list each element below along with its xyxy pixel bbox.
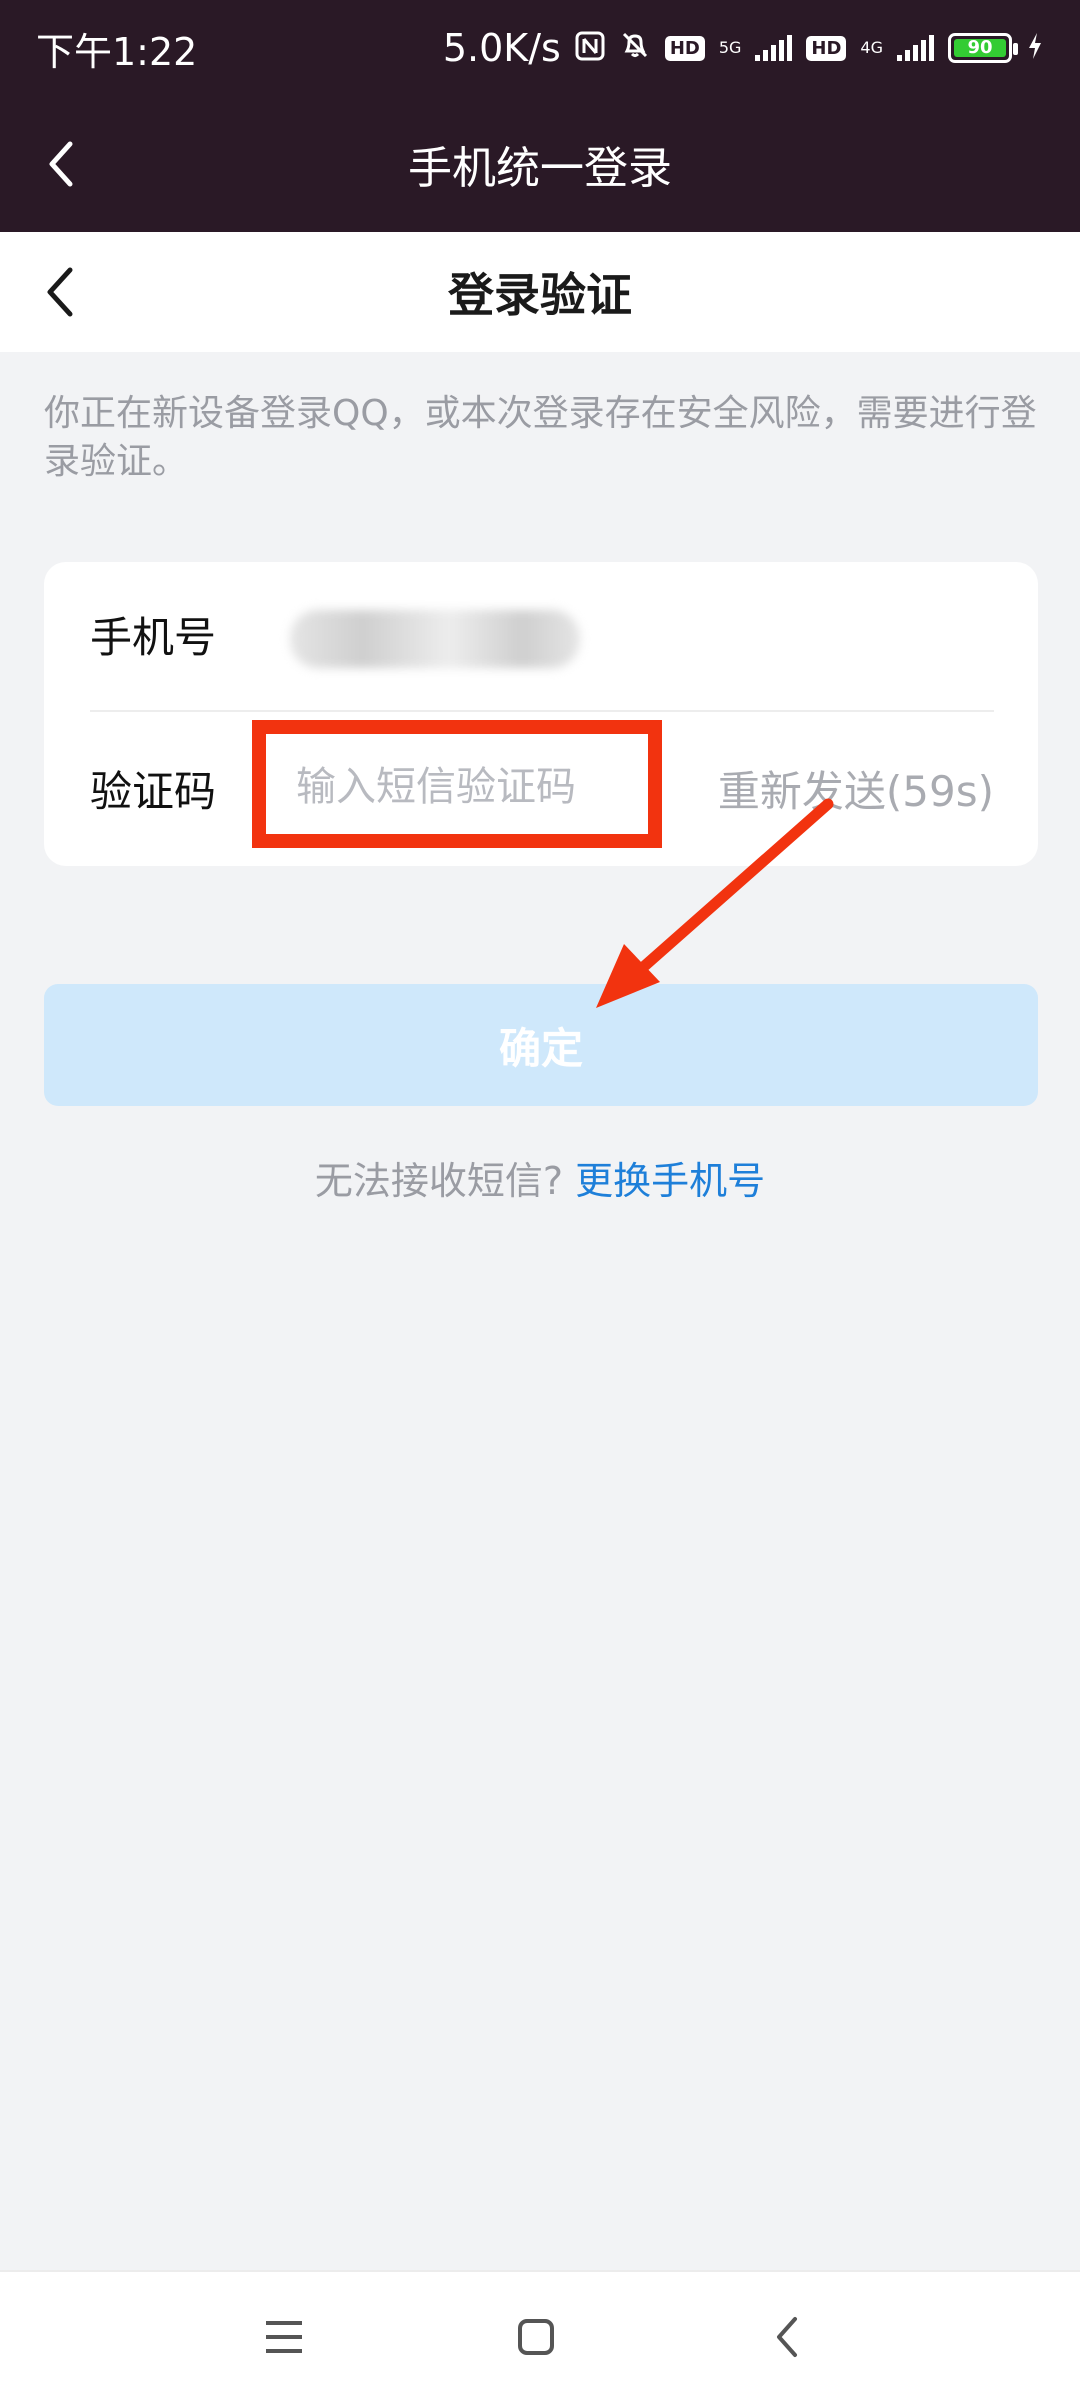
- network-type-4g: 4G: [860, 38, 883, 57]
- hd-badge: HD: [664, 35, 705, 61]
- code-label: 验证码: [90, 767, 217, 816]
- nav-home-button[interactable]: [496, 2302, 576, 2372]
- divider: [90, 710, 994, 712]
- status-bar: 下午1:22 5.0K/s HD 5G HD 4G 90: [0, 0, 1080, 96]
- login-verification-screen: 下午1:22 5.0K/s HD 5G HD 4G 90 手机统一登录 登录验证…: [0, 0, 1080, 2400]
- verification-form-card: 手机号 验证码 重新发送(59s): [44, 562, 1038, 866]
- sms-code-input[interactable]: [254, 732, 634, 842]
- nav-menu-button[interactable]: [244, 2302, 324, 2372]
- charging-icon: [1026, 26, 1044, 70]
- signal-5g-icon: [755, 35, 793, 61]
- help-question: 无法接收短信?: [314, 1159, 564, 1203]
- home-icon: [518, 2319, 554, 2355]
- nfc-icon: [575, 26, 605, 70]
- back-arrow-icon: [47, 267, 73, 317]
- app-bar: 手机统一登录: [0, 96, 1080, 232]
- status-indicators: 5.0K/s HD 5G HD 4G 90: [443, 26, 1044, 70]
- hd-badge: HD: [806, 35, 847, 61]
- net-speed: 5.0K/s: [442, 26, 561, 70]
- security-notice: 你正在新设备登录QQ，或本次登录存在安全风险，需要进行登录验证。: [44, 393, 1037, 482]
- menu-icon: [266, 2321, 302, 2353]
- phone-number-blurred: [290, 610, 580, 668]
- mute-bell-icon: [619, 26, 651, 70]
- nav-back-button[interactable]: [748, 2302, 828, 2372]
- back-arrow-icon: [49, 141, 73, 187]
- back-icon: [777, 2317, 797, 2357]
- app-back-button[interactable]: [20, 124, 100, 204]
- confirm-button[interactable]: 确定: [44, 984, 1038, 1106]
- network-type-5g: 5G: [718, 38, 742, 57]
- phone-label: 手机号: [90, 613, 217, 662]
- header-back-button[interactable]: [20, 252, 100, 332]
- help-line: 无法接收短信? 更换手机号: [0, 1150, 1080, 1205]
- page-title: 登录验证: [448, 268, 632, 322]
- system-nav-bar: [0, 2270, 1080, 2400]
- battery-icon: 90: [948, 33, 1018, 63]
- page-header: 登录验证: [0, 232, 1080, 352]
- app-bar-title: 手机统一登录: [408, 143, 672, 194]
- change-phone-link[interactable]: 更换手机号: [575, 1159, 765, 1203]
- status-time: 下午1:22: [36, 29, 198, 74]
- battery-level: 90: [954, 39, 1006, 57]
- signal-4g-icon: [897, 35, 934, 61]
- resend-button[interactable]: 重新发送(59s): [718, 758, 994, 819]
